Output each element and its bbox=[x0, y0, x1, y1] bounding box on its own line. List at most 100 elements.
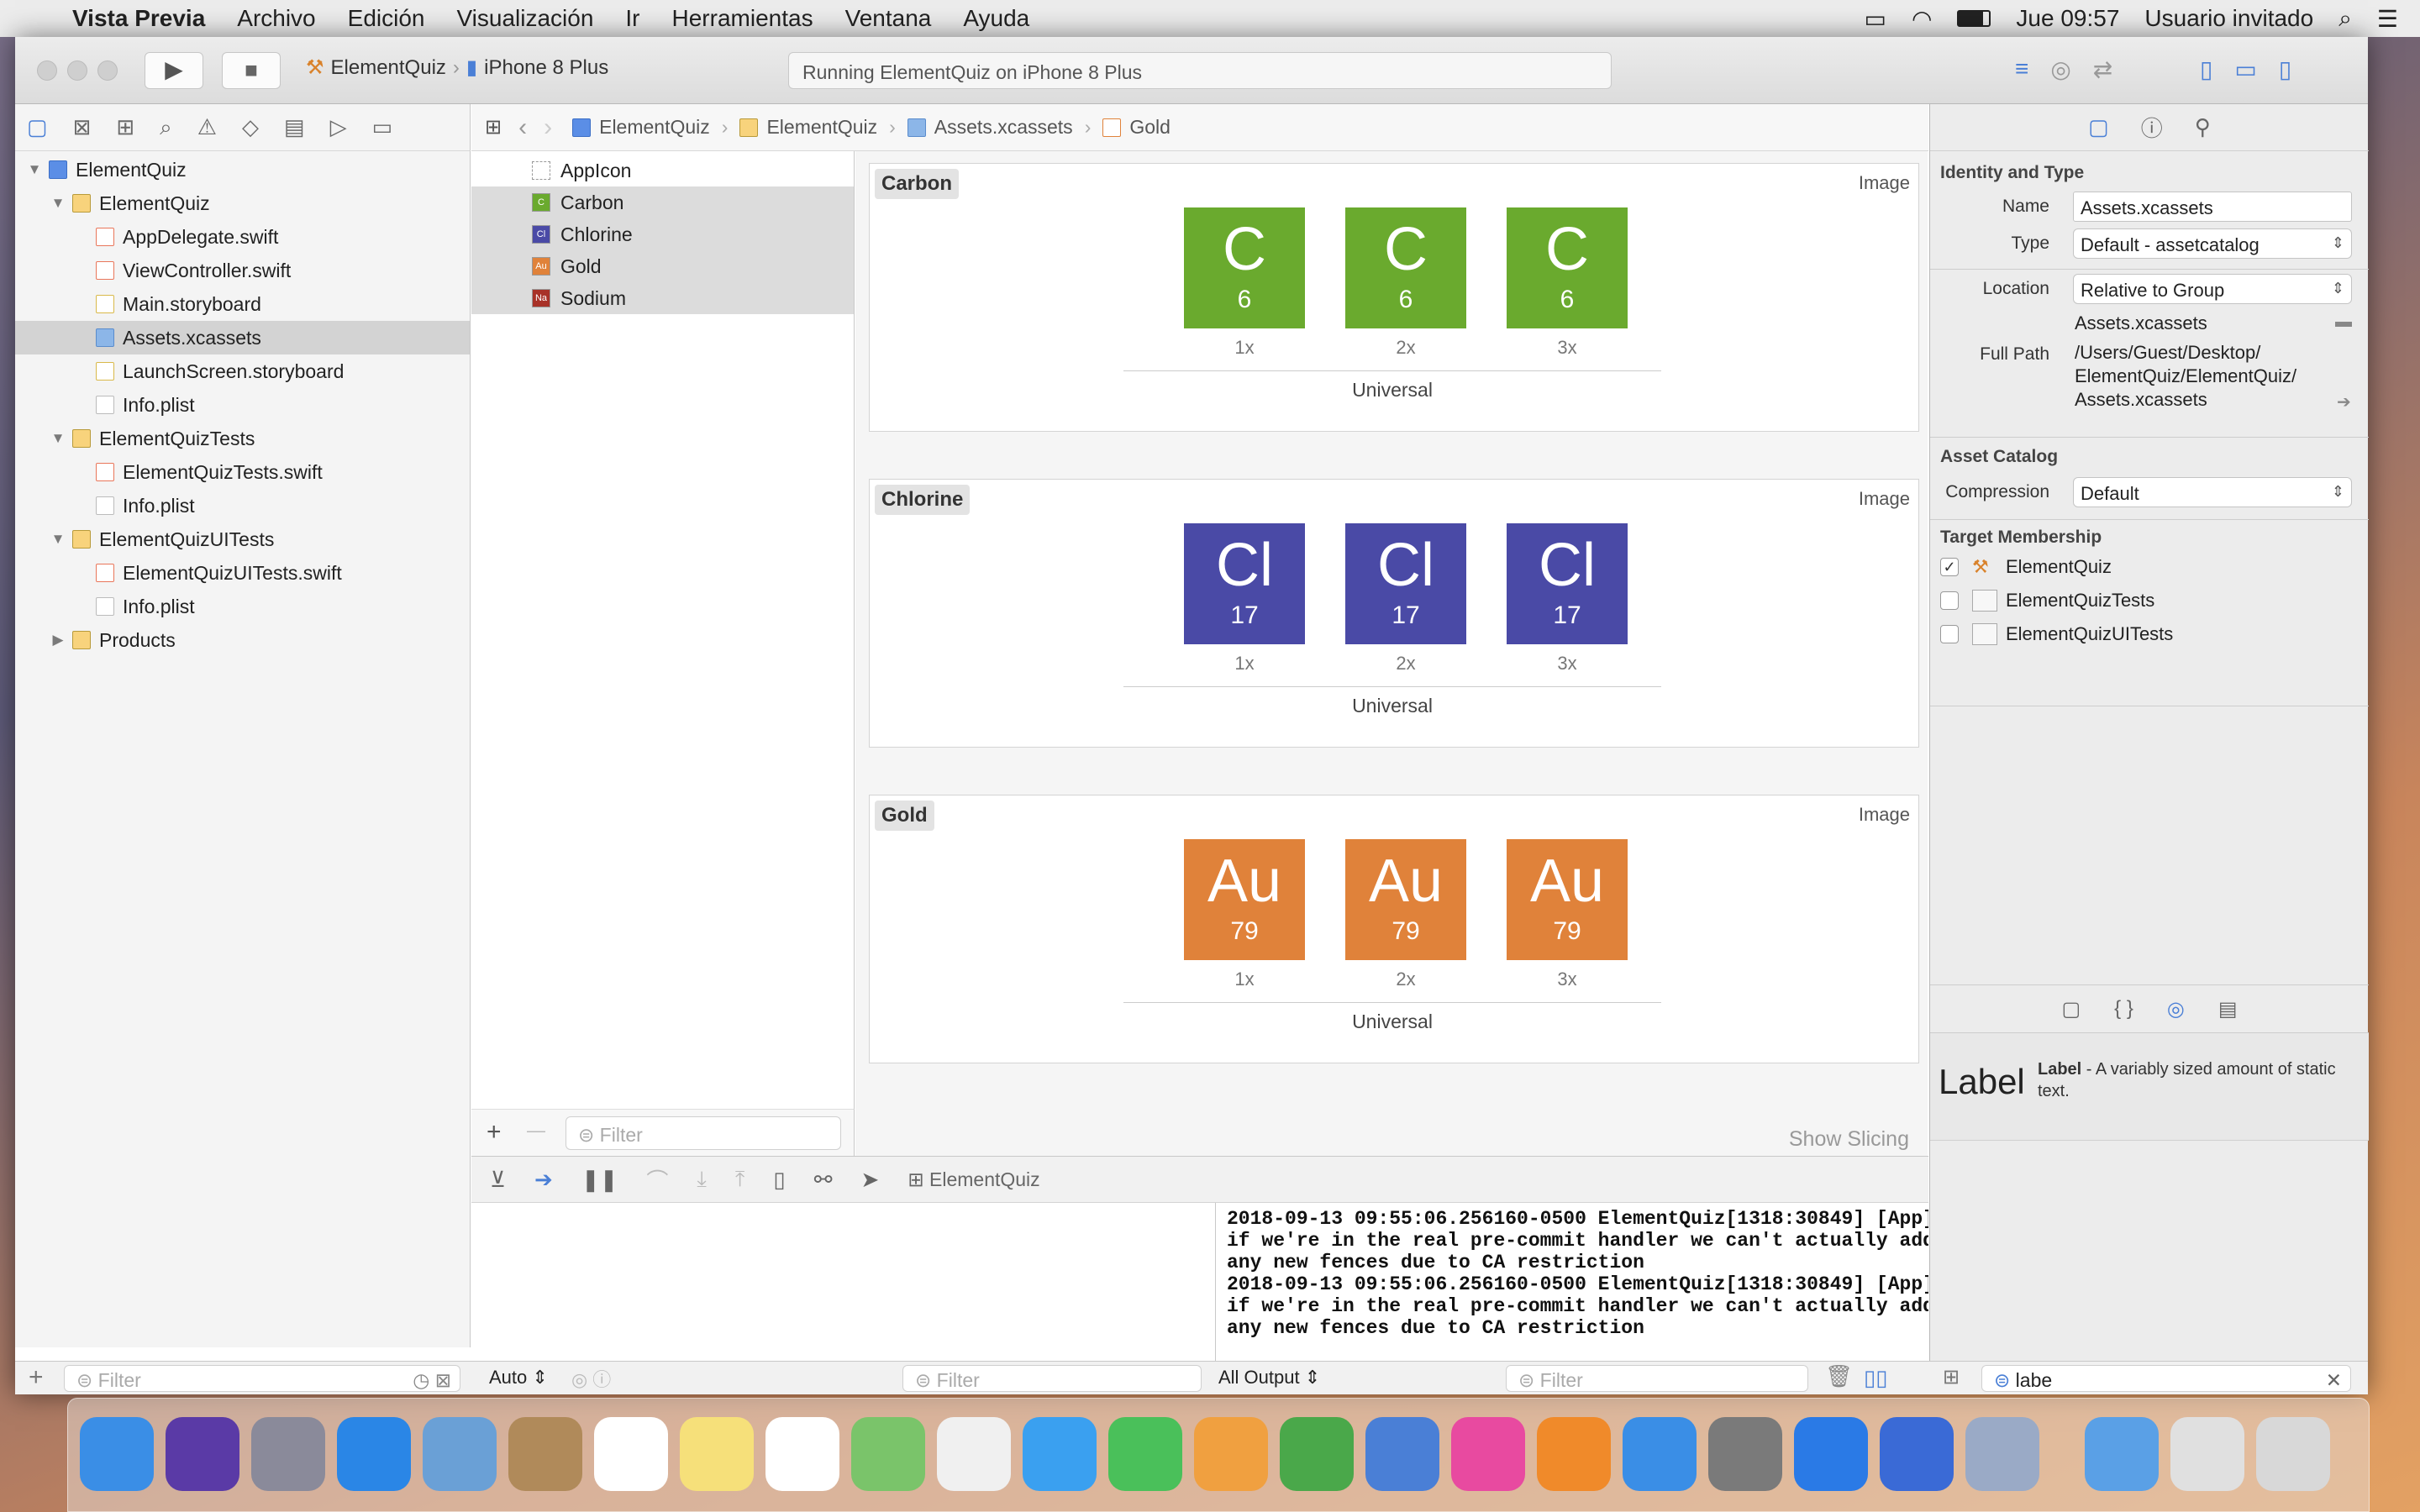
image-slot-3x[interactable]: Cl 17 bbox=[1507, 523, 1628, 644]
image-slot-1x[interactable]: Cl 17 bbox=[1184, 523, 1305, 644]
trash-icon[interactable] bbox=[2256, 1417, 2330, 1491]
image-slot-1x[interactable]: C6 bbox=[1184, 207, 1305, 328]
notification-center-icon[interactable]: ☰ bbox=[2377, 5, 2398, 33]
object-library-icon[interactable]: ◎ bbox=[2167, 997, 2185, 1021]
navigator-item[interactable]: ▼ ElementQuiz bbox=[15, 153, 470, 186]
find-navigator-icon[interactable]: ⌕ bbox=[160, 114, 172, 141]
assistant-editor-icon[interactable]: ◎ bbox=[2050, 55, 2070, 83]
forward-icon[interactable]: › bbox=[544, 113, 552, 142]
reminders-icon[interactable] bbox=[765, 1417, 839, 1491]
breadcrumb-folder[interactable]: ElementQuiz bbox=[739, 116, 877, 139]
test-navigator-icon[interactable]: ◇ bbox=[242, 114, 259, 140]
step-into-icon[interactable]: ⤓ bbox=[697, 1166, 707, 1193]
compression-popup[interactable]: Default bbox=[2073, 477, 2352, 507]
disclosure-triangle-icon[interactable]: ▼ bbox=[50, 195, 66, 212]
keynote-icon[interactable] bbox=[1365, 1417, 1439, 1491]
finder-icon[interactable] bbox=[80, 1417, 154, 1491]
facetime-icon[interactable] bbox=[1108, 1417, 1182, 1491]
output-scope-popup[interactable]: All Output ⇕ bbox=[1218, 1367, 1320, 1389]
navigator-item[interactable]: Info.plist bbox=[15, 489, 470, 522]
quick-help-icon[interactable]: ⓘ bbox=[2141, 112, 2163, 143]
system-preferences-icon[interactable] bbox=[1708, 1417, 1782, 1491]
image-slot-1x[interactable]: Au 79 bbox=[1184, 839, 1305, 960]
navigator-item[interactable]: ▼ ElementQuiz bbox=[15, 186, 470, 220]
library-item-label[interactable]: Label Label - A variably sized amount of… bbox=[1930, 1033, 2369, 1141]
navigator-filter-field[interactable]: ⊜ Filter ◷ ⊠ bbox=[64, 1365, 460, 1392]
clear-search-icon[interactable]: ✕ bbox=[2326, 1369, 2342, 1392]
itunes-icon[interactable] bbox=[1451, 1417, 1525, 1491]
remove-asset-button[interactable]: — bbox=[527, 1120, 545, 1142]
asset-item[interactable]: Cl Chlorine bbox=[471, 218, 854, 250]
app-menu[interactable]: Vista Previa bbox=[72, 5, 205, 32]
navigator-item[interactable]: LaunchScreen.storyboard bbox=[15, 354, 470, 388]
step-over-icon[interactable]: ⌒ bbox=[646, 1164, 668, 1195]
disclosure-triangle-icon[interactable]: ▶ bbox=[50, 632, 66, 648]
asset-filter-field[interactable]: ⊜ Filter bbox=[566, 1116, 841, 1150]
report-navigator-icon[interactable]: ▭ bbox=[372, 114, 393, 140]
navigator-item[interactable]: Assets.xcassets bbox=[15, 321, 470, 354]
debug-area-toggle-icon[interactable]: ▭ bbox=[2234, 55, 2256, 83]
messages-icon[interactable] bbox=[1023, 1417, 1097, 1491]
console-filter-field[interactable]: ⊜ Filter bbox=[1506, 1365, 1808, 1392]
recent-files-icon[interactable]: ◷ ⊠ bbox=[413, 1369, 451, 1392]
version-editor-icon[interactable]: ⇄ bbox=[2093, 55, 2112, 83]
variables-filter-field[interactable]: ⊜ Filter bbox=[902, 1365, 1202, 1392]
siri-icon[interactable] bbox=[166, 1417, 239, 1491]
xcode-icon[interactable] bbox=[1794, 1417, 1868, 1491]
pause-icon[interactable]: ❚❚ bbox=[581, 1167, 618, 1193]
breadcrumb-project[interactable]: ElementQuiz bbox=[572, 116, 710, 139]
add-asset-button[interactable]: + bbox=[487, 1118, 502, 1147]
back-icon[interactable]: ‹ bbox=[518, 113, 527, 142]
quick-look-icon[interactable]: ◎ ⓘ bbox=[571, 1365, 611, 1392]
media-library-icon[interactable]: ▤ bbox=[2218, 997, 2238, 1021]
standard-editor-icon[interactable]: ≡ bbox=[2015, 55, 2028, 83]
library-grid-icon[interactable]: ⊞ bbox=[1943, 1365, 1960, 1389]
stop-button[interactable]: ■ bbox=[222, 52, 281, 89]
books-icon[interactable] bbox=[1537, 1417, 1611, 1491]
image-set-card[interactable]: Chlorine Image Cl 17 1x Cl 17 2x Cl 17 3x Universal bbox=[869, 479, 1919, 748]
notes-icon[interactable] bbox=[680, 1417, 754, 1491]
calendar-icon[interactable] bbox=[594, 1417, 668, 1491]
mail-icon[interactable] bbox=[423, 1417, 497, 1491]
breadcrumb-gold[interactable]: Gold bbox=[1102, 116, 1171, 139]
breadcrumb-assets[interactable]: Assets.xcassets bbox=[907, 116, 1073, 139]
disclosure-triangle-icon[interactable]: ▼ bbox=[50, 531, 66, 548]
type-popup[interactable]: Default - assetcatalog bbox=[2073, 228, 2352, 259]
scheme-selector[interactable]: ⚒ ElementQuiz › ▮ iPhone 8 Plus bbox=[306, 55, 608, 80]
spotlight-icon[interactable]: ⌕ bbox=[2338, 5, 2352, 33]
maps-icon[interactable] bbox=[851, 1417, 925, 1491]
symbol-navigator-icon[interactable]: ⊞ bbox=[116, 114, 134, 140]
image-set-card[interactable]: Gold Image Au 79 1x Au 79 2x Au 79 3x Universal bbox=[869, 795, 1919, 1063]
hide-debug-area-icon[interactable]: ⊻ bbox=[490, 1167, 506, 1193]
step-out-icon[interactable]: ⤒ bbox=[735, 1166, 745, 1193]
clock[interactable]: Jue 09:57 bbox=[2016, 5, 2119, 32]
navigator-toggle-icon[interactable]: ▯ bbox=[2200, 55, 2212, 83]
navigator-item[interactable]: ▼ ElementQuizTests bbox=[15, 422, 470, 455]
source-control-icon[interactable]: ⊠ bbox=[73, 114, 92, 140]
asset-item[interactable]: AppIcon bbox=[471, 155, 854, 186]
navigator-item[interactable]: Info.plist bbox=[15, 388, 470, 422]
navigator-item[interactable]: Info.plist bbox=[15, 590, 470, 623]
pages-icon[interactable] bbox=[1194, 1417, 1268, 1491]
target-membership-row[interactable]: ElementQuizTests bbox=[1940, 590, 2154, 612]
airplay-icon[interactable]: ▭ bbox=[1865, 5, 1886, 33]
navigator-item[interactable]: Main.storyboard bbox=[15, 287, 470, 321]
memory-graph-icon[interactable]: ⚯ bbox=[814, 1167, 833, 1193]
preview-icon[interactable] bbox=[1965, 1417, 2039, 1491]
run-button[interactable]: ▶ bbox=[145, 52, 203, 89]
target-membership-row[interactable]: ✓ ⚒ ElementQuiz bbox=[1940, 556, 2112, 578]
safari-icon[interactable] bbox=[337, 1417, 411, 1491]
minimize-button[interactable] bbox=[67, 60, 87, 81]
reveal-in-finder-icon[interactable]: ➔ bbox=[2337, 391, 2351, 412]
related-items-icon[interactable]: ⊞ bbox=[485, 115, 502, 139]
menu-archivo[interactable]: Archivo bbox=[237, 5, 315, 32]
menu-ayuda[interactable]: Ayuda bbox=[963, 5, 1029, 32]
trash-icon[interactable]: 🗑 bbox=[1825, 1363, 1853, 1389]
code-snippet-icon[interactable]: { } bbox=[2114, 997, 2133, 1021]
variables-scope-popup[interactable]: Auto ⇕ bbox=[489, 1367, 548, 1389]
wifi-icon[interactable]: ◠ bbox=[1912, 5, 1932, 33]
image-set-card[interactable]: Carbon Image C 6 1x C 6 2x C 6 3x Universal bbox=[869, 163, 1919, 432]
breakpoint-navigator-icon[interactable]: ▷ bbox=[330, 114, 347, 140]
contacts-icon[interactable] bbox=[508, 1417, 582, 1491]
menu-ir[interactable]: Ir bbox=[625, 5, 639, 32]
